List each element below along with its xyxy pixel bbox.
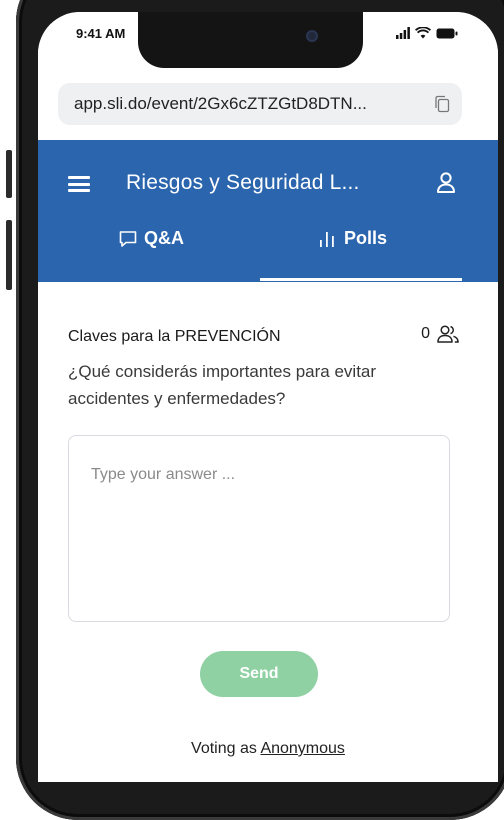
chat-bubble-icon: [119, 230, 137, 247]
status-time: 9:41 AM: [76, 26, 126, 41]
tab-qa-label: Q&A: [144, 228, 184, 248]
camera-icon: [306, 30, 318, 42]
voting-prefix: Voting as: [191, 740, 257, 757]
url-bar[interactable]: app.sli.do/event/2Gx6cZTZGtD8DTN...: [58, 83, 462, 125]
participants-icon: [437, 325, 459, 343]
answer-input[interactable]: Type your answer ...: [68, 435, 450, 622]
signal-icon: [396, 27, 410, 39]
copy-icon[interactable]: [434, 95, 450, 113]
participant-count: 0: [421, 324, 460, 344]
voting-as-text: Voting as Anonymous: [38, 740, 498, 758]
poll-question: ¿Qué considerás importantes para evitar …: [68, 362, 377, 408]
active-tab-indicator: [260, 278, 462, 281]
app-header: Riesgos y Seguridad L... Q&A Polls: [38, 140, 498, 282]
user-icon[interactable]: [436, 171, 456, 195]
battery-icon: [436, 28, 458, 38]
bar-chart-icon: [320, 231, 334, 247]
hamburger-menu-icon[interactable]: [68, 176, 90, 192]
phone-screen: 9:41 AM app.sli.do/event/2Gx6cZTZGtD8DTN…: [38, 12, 498, 782]
phone-volume-up-button: [6, 220, 12, 290]
status-icons: [396, 24, 458, 42]
url-text: app.sli.do/event/2Gx6cZTZGtD8DTN...: [74, 94, 367, 113]
wifi-icon: [415, 27, 431, 39]
poll-title: Claves para la PREVENCIÓN: [68, 328, 281, 345]
phone-side-button: [6, 150, 12, 198]
status-bar: 9:41 AM: [38, 12, 498, 68]
tab-polls[interactable]: Polls: [318, 228, 387, 249]
send-button[interactable]: Send: [200, 651, 318, 697]
phone-notch: [138, 12, 363, 68]
answer-placeholder: Type your answer ...: [91, 466, 236, 483]
anonymous-link[interactable]: Anonymous: [260, 740, 345, 757]
tab-polls-label: Polls: [344, 228, 388, 248]
event-title: Riesgos y Seguridad L...: [126, 171, 360, 194]
tab-qa[interactable]: Q&A: [118, 228, 184, 249]
participant-count-value: 0: [421, 325, 430, 342]
